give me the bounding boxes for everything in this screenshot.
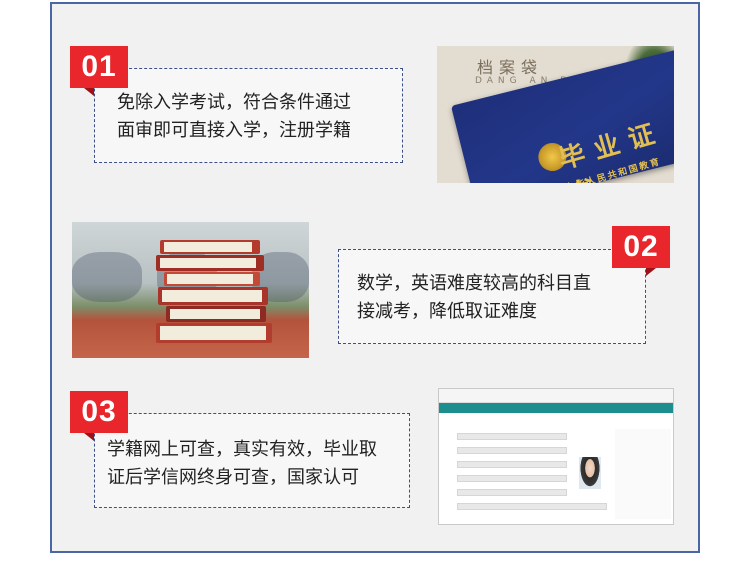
number-badge-01: 01 xyxy=(70,46,128,88)
screenshot-sidebar xyxy=(615,429,671,519)
feature-card-03: 学籍网上可查，真实有效，毕业取 证后学信网终身可查，国家认可 xyxy=(94,413,410,508)
background-people xyxy=(72,252,142,302)
badge-fold-01 xyxy=(84,88,94,96)
student-photo xyxy=(579,457,601,489)
verification-screenshot xyxy=(438,388,674,525)
feature-text-01-line2: 面审即可直接入学，注册学籍 xyxy=(117,120,351,141)
book-pages xyxy=(160,326,266,340)
number-badge-02: 02 xyxy=(612,226,670,268)
badge-fold-02 xyxy=(646,268,656,276)
book-pages xyxy=(160,258,256,268)
feature-card-01: 免除入学考试，符合条件通过 面审即可直接入学，注册学籍 xyxy=(94,68,403,163)
badge-fold-03 xyxy=(84,433,94,441)
screenshot-row xyxy=(457,447,567,454)
screenshot-row xyxy=(457,489,567,496)
books-photo xyxy=(72,222,309,358)
feature-text-02-line2: 接减考，降低取证难度 xyxy=(357,301,537,322)
envelope-text: 档案袋 xyxy=(477,58,544,77)
feature-card-02: 数学，英语难度较高的科目直 接减考，降低取证难度 xyxy=(338,249,646,344)
book-pages xyxy=(167,274,253,284)
diploma-photo: 档案袋 DANG AN DAI 毕业证书 中华人民共和国教育部监制 xyxy=(437,46,674,183)
screenshot-row xyxy=(457,433,567,440)
screenshot-row xyxy=(457,475,567,482)
book-pages xyxy=(170,309,260,319)
book-pages xyxy=(164,242,252,252)
feature-text-03-line2: 证后学信网终身可查，国家认可 xyxy=(107,467,359,488)
book-pages xyxy=(162,290,262,302)
feature-text-02-line1: 数学，英语难度较高的科目直 xyxy=(357,273,591,294)
number-badge-03: 03 xyxy=(70,391,128,433)
feature-text-01-line1: 免除入学考试，符合条件通过 xyxy=(117,92,351,113)
feature-text-03-line1: 学籍网上可查，真实有效，毕业取 xyxy=(107,439,377,460)
screenshot-row xyxy=(457,461,567,468)
screenshot-row xyxy=(457,503,607,510)
screenshot-header xyxy=(439,389,673,403)
screenshot-nav-bar xyxy=(439,403,673,413)
